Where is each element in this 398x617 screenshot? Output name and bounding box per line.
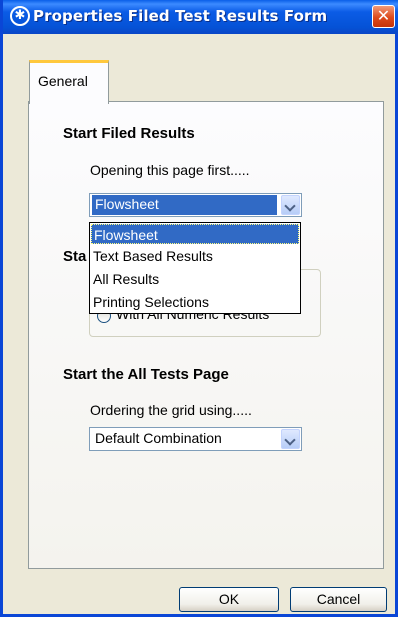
- all-tests-prompt: Ordering the grid using.....: [90, 402, 252, 418]
- properties-dialog: ✱ Properties Filed Test Results Form ✕ G…: [0, 0, 398, 617]
- opening-page-dropdown-list: Flowsheet Text Based Results All Results…: [89, 222, 301, 314]
- opening-page-value: Flowsheet: [92, 195, 277, 215]
- app-icon: ✱: [10, 6, 30, 26]
- chevron-down-icon[interactable]: [281, 195, 300, 215]
- dropdown-option-printing-selections[interactable]: Printing Selections: [91, 292, 299, 312]
- opening-page-select[interactable]: Flowsheet: [89, 193, 302, 217]
- cancel-button[interactable]: Cancel: [290, 587, 387, 612]
- title-bar[interactable]: ✱ Properties Filed Test Results Form ✕: [3, 0, 398, 34]
- ok-button[interactable]: OK: [179, 587, 279, 612]
- filed-results-prompt: Opening this page first.....: [90, 162, 250, 178]
- tab-general[interactable]: General: [29, 60, 109, 104]
- dropdown-option-all-results[interactable]: All Results: [91, 269, 299, 289]
- close-button[interactable]: ✕: [372, 5, 395, 28]
- dropdown-option-text-based-results[interactable]: Text Based Results: [91, 246, 299, 266]
- dropdown-option-flowsheet[interactable]: Flowsheet: [91, 224, 299, 244]
- window-title: Properties Filed Test Results Form: [33, 7, 328, 25]
- filed-results-heading: Start Filed Results: [63, 125, 195, 142]
- tab-general-label: General: [38, 73, 88, 89]
- grid-order-select[interactable]: Default Combination: [89, 427, 302, 451]
- chevron-down-icon[interactable]: [281, 429, 300, 449]
- grid-order-value: Default Combination: [95, 430, 222, 446]
- all-tests-heading: Start the All Tests Page: [63, 366, 229, 383]
- hidden-section-heading: Sta: [63, 248, 87, 265]
